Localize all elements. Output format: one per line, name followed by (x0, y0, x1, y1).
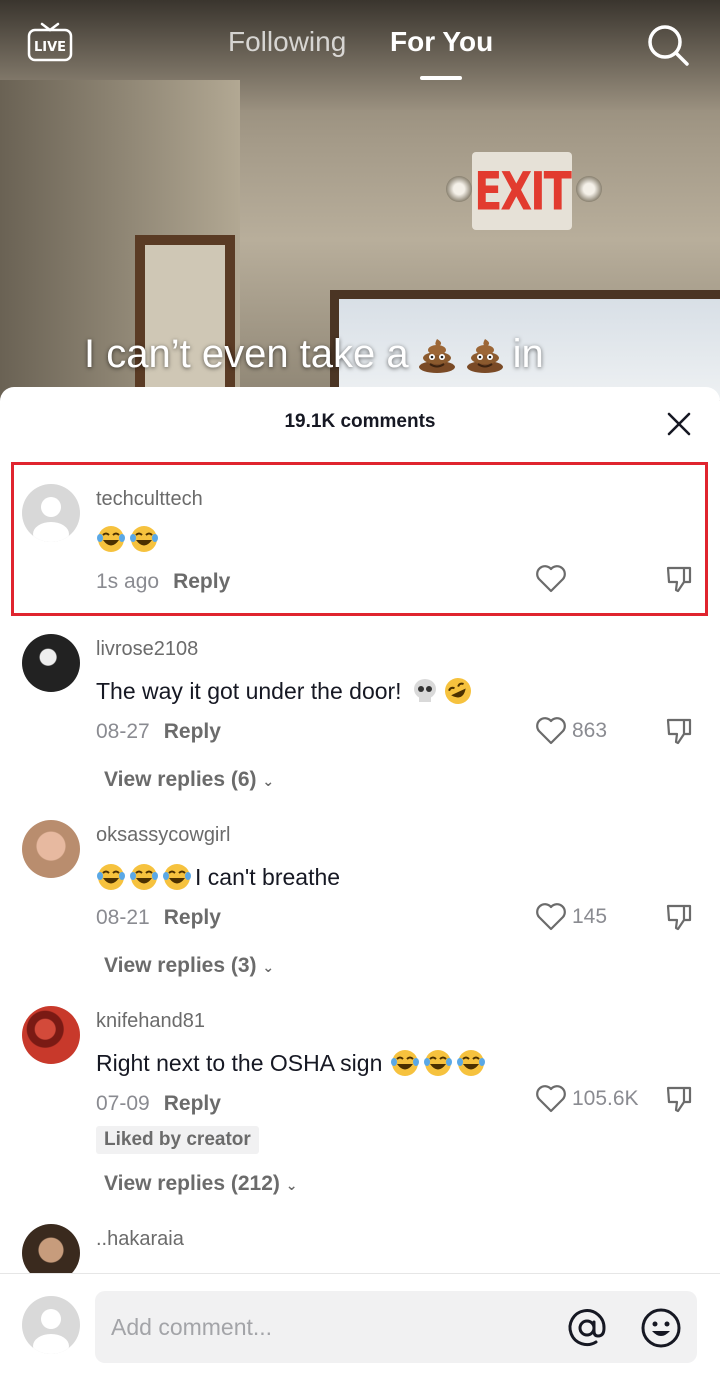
comment-meta: 08-27 Reply (96, 720, 221, 744)
laughing-crying-emoji-icon (130, 864, 158, 890)
caption-text-before: I can’t even take a (84, 332, 409, 376)
rolling-laughing-emoji-icon (444, 678, 471, 704)
comment-text (96, 524, 162, 554)
my-avatar[interactable] (22, 1296, 80, 1354)
top-navigation: LIVE Following For You (0, 0, 720, 90)
liked-by-creator-badge: Liked by creator (96, 1126, 259, 1154)
comment-time: 1s ago (96, 570, 160, 593)
like-count: 105.6K (572, 1087, 639, 1110)
like-button[interactable] (534, 562, 572, 596)
comment-time: 07-09 (96, 1092, 150, 1115)
default-avatar-icon (33, 497, 69, 542)
laughing-crying-emoji-icon (457, 1050, 486, 1076)
comments-count-title: 19.1K comments (284, 411, 436, 432)
mention-at-icon[interactable] (565, 1306, 609, 1350)
like-count: 863 (572, 719, 608, 742)
view-replies-button[interactable]: View replies (3) ⌄ (104, 954, 274, 978)
like-button[interactable]: 105.6K (534, 1082, 639, 1116)
avatar[interactable] (22, 820, 80, 878)
view-replies-button[interactable]: View replies (212) ⌄ (104, 1172, 297, 1196)
view-replies-button[interactable]: View replies (6) ⌄ (104, 768, 274, 792)
comment-username[interactable]: techculttech (96, 488, 203, 511)
heart-icon (536, 717, 566, 745)
comment-username[interactable]: knifehand81 (96, 1010, 205, 1033)
skull-emoji-icon (413, 679, 436, 702)
laughing-crying-emoji-icon (97, 526, 125, 552)
default-avatar-icon (33, 1309, 69, 1354)
comment-username[interactable]: livrose2108 (96, 638, 198, 661)
comment-meta: 08-21 Reply (96, 906, 221, 930)
tab-following[interactable]: Following (228, 26, 346, 58)
reply-button[interactable]: Reply (164, 720, 221, 743)
like-button[interactable]: 145 (534, 900, 607, 934)
video-caption: I can’t even take a in (84, 332, 544, 377)
live-icon[interactable]: LIVE (26, 18, 74, 66)
laughing-crying-emoji-icon (130, 526, 158, 552)
reply-button[interactable]: Reply (173, 570, 230, 593)
laughing-crying-emoji-icon (391, 1050, 420, 1076)
poop-emoji-icon (418, 338, 455, 373)
heart-icon (536, 903, 566, 931)
comment-meta: 1s ago Reply (96, 570, 230, 594)
close-icon[interactable] (666, 411, 692, 437)
chevron-down-icon: ⌄ (262, 773, 275, 789)
comment-time: 08-27 (96, 720, 150, 743)
reply-button[interactable]: Reply (164, 906, 221, 929)
exit-sign-text: EXIT (474, 159, 572, 223)
view-replies-label: View replies (6) (104, 768, 257, 791)
comment-username[interactable]: oksassycowgirl (96, 824, 230, 847)
comment-text: I can't breathe (96, 862, 340, 892)
chevron-down-icon: ⌄ (285, 1177, 298, 1193)
dislike-icon[interactable] (664, 564, 694, 594)
avatar[interactable] (22, 634, 80, 692)
poop-emoji-icon (466, 338, 503, 373)
comment-meta: 07-09 Reply (96, 1092, 221, 1116)
heart-icon (536, 1085, 566, 1113)
chevron-down-icon: ⌄ (262, 959, 275, 975)
view-replies-label: View replies (212) (104, 1172, 280, 1195)
avatar[interactable] (22, 484, 80, 542)
laughing-crying-emoji-icon (163, 864, 191, 890)
comment-text-content: Right next to the OSHA sign (96, 1049, 383, 1076)
reply-button[interactable]: Reply (164, 1092, 221, 1115)
emergency-lamp-left (446, 176, 472, 202)
active-tab-indicator (420, 76, 462, 80)
like-count: 145 (572, 905, 608, 928)
comment-text: The way it got under the door! (96, 676, 476, 706)
comment-text: Right next to the OSHA sign (96, 1048, 489, 1078)
heart-icon (536, 565, 566, 593)
emoji-icon[interactable] (639, 1306, 683, 1350)
dislike-icon[interactable] (664, 716, 694, 746)
comment-time: 08-21 (96, 906, 150, 929)
comment-composer (0, 1273, 720, 1381)
like-button[interactable]: 863 (534, 714, 607, 748)
laughing-crying-emoji-icon (97, 864, 125, 890)
view-replies-label: View replies (3) (104, 954, 257, 977)
laughing-crying-emoji-icon (424, 1050, 453, 1076)
dislike-icon[interactable] (664, 1084, 694, 1114)
avatar[interactable] (22, 1006, 80, 1064)
live-label: LIVE (34, 40, 66, 55)
tab-for-you[interactable]: For You (390, 26, 493, 58)
dislike-icon[interactable] (664, 902, 694, 932)
caption-text-after: in (512, 332, 544, 376)
comment-text-content: I can't breathe (195, 863, 341, 890)
comment-username[interactable]: ..hakaraia (96, 1228, 184, 1251)
emergency-lamp-right (576, 176, 602, 202)
search-icon[interactable] (645, 22, 691, 68)
exit-sign: EXIT (472, 152, 572, 230)
comment-text-content: The way it got under the door! (96, 677, 402, 704)
